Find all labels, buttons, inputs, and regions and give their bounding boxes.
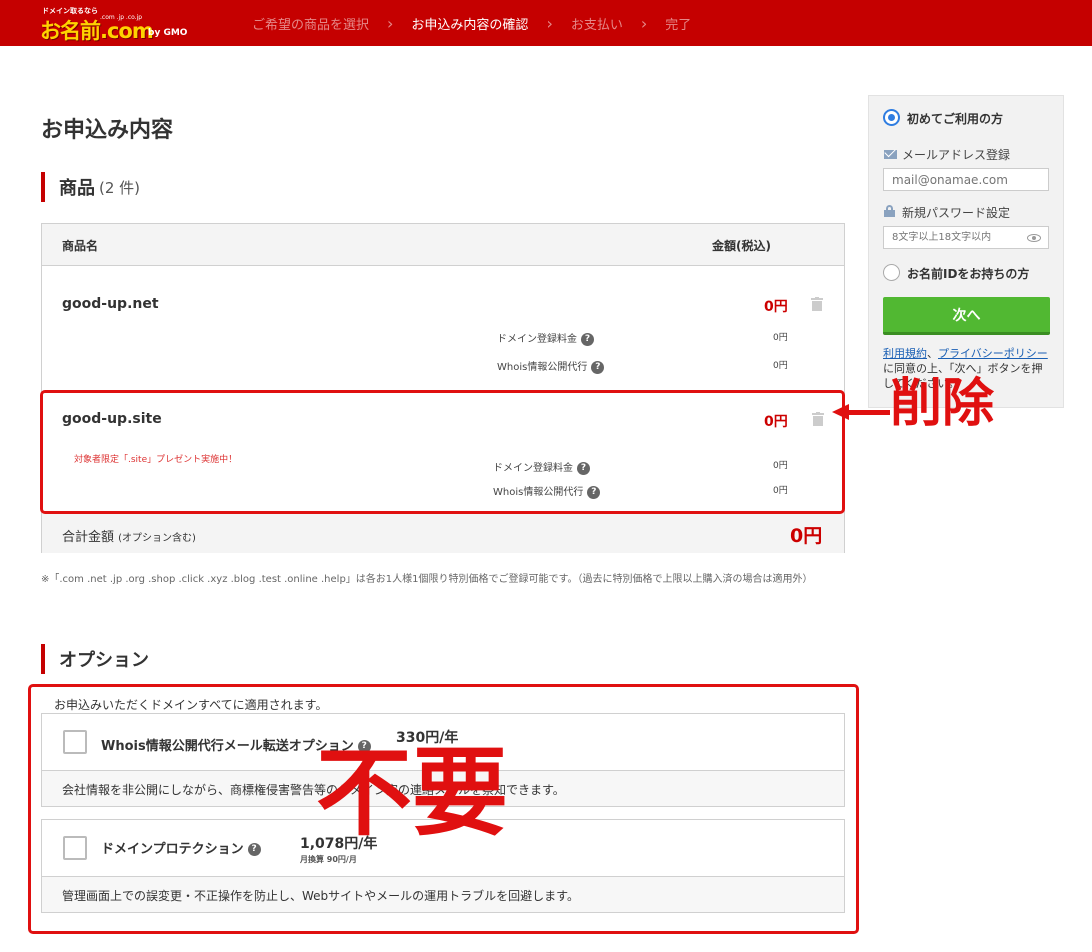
total-label-text: 合計金額 — [62, 530, 115, 545]
total-value: 0円 — [790, 525, 823, 547]
terms-link[interactable]: 利用規約 — [883, 347, 927, 360]
options-heading: オプション — [41, 644, 149, 674]
password-label: 新規パスワード設定 — [902, 206, 1011, 220]
checkout-steps: ご希望の商品を選択 › お申込み内容の確認 › お支払い › 完了 — [240, 0, 703, 46]
help-icon[interactable]: ? — [591, 360, 605, 374]
step-complete: 完了 — [665, 17, 692, 33]
fee-value: 0円 — [773, 333, 788, 343]
email-field[interactable] — [883, 168, 1049, 191]
products-heading: 商品 (2 件) — [41, 172, 140, 202]
total-label: 合計金額 (オプション含む) — [62, 526, 196, 545]
site-header: ドメイン取るなら お名前.com .com .jp .co.jp by GMO … — [0, 0, 1092, 46]
existing-user-label: お名前IDをお持ちの方 — [907, 267, 1030, 281]
fee-value: 0円 — [773, 361, 788, 371]
lock-icon — [884, 205, 895, 217]
step-payment: お支払い — [570, 17, 623, 33]
terms-sep: 、 — [927, 347, 938, 360]
unneeded-annotation: 不要 — [316, 737, 508, 849]
help-icon[interactable]: ? — [581, 332, 594, 346]
existing-user-radio[interactable] — [883, 264, 900, 281]
total-sub: (オプション含む) — [118, 533, 196, 544]
new-user-label: 初めてご利用の方 — [907, 112, 1004, 126]
product-name: good-up.net — [62, 296, 159, 312]
delete-annotation: 削除 — [890, 374, 995, 434]
pricing-note: ※「.com .net .jp .org .shop .click .xyz .… — [41, 574, 813, 585]
logo-gmo: by GMO — [148, 28, 188, 38]
onamae-logo[interactable]: ドメイン取るなら お名前.com .com .jp .co.jp by GMO — [40, 4, 190, 43]
step-select: ご希望の商品を選択 — [252, 17, 370, 33]
chevron-right-icon: › — [546, 13, 553, 33]
email-label: メールアドレス登録 — [902, 148, 1011, 162]
fee-label: ドメイン登録料金? — [497, 330, 594, 346]
password-field[interactable] — [883, 226, 1049, 249]
product-table-header: 商品名 金額(税込) — [42, 224, 844, 266]
fee-label: Whois情報公開代行? — [497, 358, 605, 374]
products-title: 商品 — [59, 178, 95, 199]
chevron-right-icon: › — [387, 13, 394, 33]
step-confirm: お申込み内容の確認 — [411, 17, 529, 33]
logo-tlds: .com .jp .co.jp — [100, 14, 143, 21]
col-price: 金額(税込) — [712, 239, 771, 253]
next-button[interactable]: 次へ — [883, 297, 1050, 335]
product-price: 0円 — [764, 299, 788, 315]
chevron-right-icon: › — [640, 13, 648, 33]
fee-label-text: ドメイン登録料金 — [497, 334, 577, 345]
trash-icon[interactable] — [811, 297, 823, 311]
total-row: 合計金額 (オプション含む) 0円 — [42, 511, 844, 553]
arrow-left-icon — [832, 404, 849, 420]
products-count: (2 件) — [99, 178, 141, 197]
options-title: オプション — [59, 650, 149, 671]
eye-icon[interactable] — [1027, 234, 1041, 242]
delete-highlight-box — [40, 390, 845, 514]
privacy-link[interactable]: プライバシーポリシー — [938, 347, 1048, 360]
new-user-radio[interactable] — [883, 109, 900, 126]
fee-label-text: Whois情報公開代行 — [497, 362, 588, 373]
arrow-shaft — [848, 410, 890, 415]
mail-icon — [884, 150, 897, 159]
login-panel: 初めてご利用の方 メールアドレス登録 新規パスワード設定 お名前IDをお持ちの方… — [868, 95, 1064, 408]
page-title: お申込み内容 — [41, 118, 174, 143]
col-product-name: 商品名 — [62, 239, 99, 253]
